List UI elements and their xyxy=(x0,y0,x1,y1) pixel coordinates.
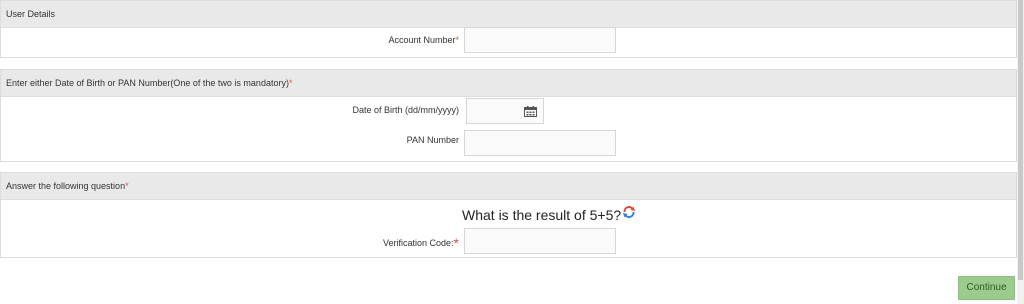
user-details-panel: User Details Account Number* xyxy=(0,0,1017,58)
dob-label: Date of Birth (dd/mm/yyyy) xyxy=(352,105,459,115)
account-number-label: Account Number* xyxy=(388,35,459,45)
required-mark: * xyxy=(455,35,459,45)
required-mark: * xyxy=(125,181,129,191)
dob-pan-header: Enter either Date of Birth or PAN Number… xyxy=(1,70,1016,97)
dob-pan-title: Enter either Date of Birth or PAN Number… xyxy=(6,78,289,88)
scrollbar[interactable] xyxy=(1017,0,1024,304)
account-number-input[interactable] xyxy=(464,27,616,53)
question-panel: Answer the following question* What is t… xyxy=(0,172,1017,258)
pan-input[interactable] xyxy=(464,130,616,156)
question-header: Answer the following question* xyxy=(1,173,1016,200)
captcha-question: What is the result of 5+5? xyxy=(462,207,622,223)
question-title: Answer the following question xyxy=(6,181,126,191)
required-mark: * xyxy=(288,78,293,88)
verification-label: Verification Code:* xyxy=(383,235,459,251)
refresh-icon[interactable] xyxy=(622,205,636,219)
dob-pan-panel: Enter either Date of Birth or PAN Number… xyxy=(0,69,1017,162)
required-mark: * xyxy=(453,235,459,251)
verification-code-input[interactable] xyxy=(464,228,616,254)
scrollbar-thumb[interactable] xyxy=(1018,0,1023,280)
calendar-icon[interactable] xyxy=(524,106,537,117)
user-details-title: User Details xyxy=(6,9,56,19)
user-details-header: User Details xyxy=(1,1,1016,28)
dob-input[interactable] xyxy=(466,98,544,124)
continue-button[interactable]: Continue xyxy=(958,276,1015,300)
pan-label: PAN Number xyxy=(406,135,459,145)
